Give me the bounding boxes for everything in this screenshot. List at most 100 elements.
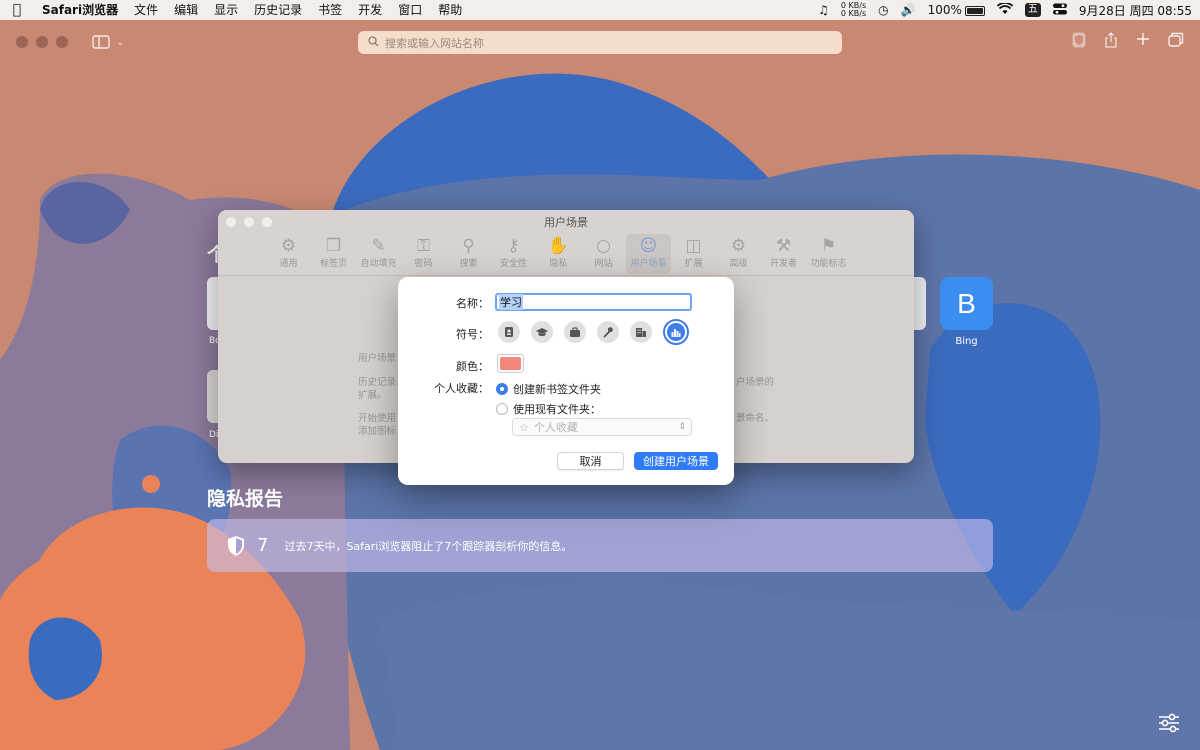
tab-label: 密码	[414, 259, 433, 269]
cancel-button[interactable]: 取消	[557, 452, 624, 470]
radio-new-folder[interactable]	[496, 383, 508, 395]
toolbar-right	[1072, 32, 1184, 52]
search-icon	[368, 35, 379, 50]
tab-tabs[interactable]: ❐ 标签页	[311, 234, 356, 274]
chevron-down-icon: ⌄	[116, 36, 125, 48]
tab-label: 网站	[594, 259, 613, 269]
globe-icon: ○	[596, 236, 611, 256]
tab-websites[interactable]: ○ 网站	[581, 234, 626, 274]
prefs-body-text: 扩展。	[358, 390, 387, 401]
tab-advanced[interactable]: ⚙ 高级	[716, 234, 761, 274]
symbol-option-selected[interactable]	[663, 319, 689, 345]
battery-status[interactable]: 100%	[928, 3, 985, 17]
menu-develop[interactable]: 开发	[350, 0, 390, 20]
option-existing-folder[interactable]: 使用现有文件夹：	[496, 401, 601, 417]
flags-icon: ⚑	[820, 236, 837, 256]
time-machine-icon[interactable]: ◷	[878, 3, 888, 17]
sidebar-toggle-button[interactable]: ⌄	[92, 35, 124, 49]
chart-icon	[667, 323, 685, 341]
bing-favorite-tile[interactable]: B	[940, 277, 993, 330]
tab-feature-flags[interactable]: ⚑ 功能标志	[806, 234, 851, 274]
color-label: 颜色：	[456, 360, 489, 373]
address-bar[interactable]: 搜索或输入网站名称	[358, 31, 842, 54]
create-profile-button[interactable]: 创建用户场景	[634, 452, 718, 470]
tab-autofill[interactable]: ✎ 自动填充	[356, 234, 401, 274]
symbol-option[interactable]	[498, 321, 520, 343]
prefs-body-text: 景命名、	[736, 413, 775, 424]
tab-label: 安全性	[499, 259, 527, 269]
status-area: ♫ 0 KB/s 0 KB/s ◷ 🔊 100% 五 9月28日 周四 08:5…	[806, 0, 1200, 20]
existing-folder-select[interactable]: ☆ 个人收藏 ⇕	[512, 418, 692, 436]
color-well[interactable]	[497, 354, 524, 373]
tracker-count: 7	[257, 535, 269, 556]
input-method-indicator[interactable]: 五	[1024, 3, 1041, 17]
battery-percent: 100%	[927, 3, 962, 17]
privacy-shield-icon[interactable]	[1072, 32, 1086, 52]
menu-app[interactable]: Safari浏览器	[34, 0, 126, 20]
tab-label: 隐私	[549, 259, 568, 269]
safari-toolbar: ⌄ 搜索或输入网站名称	[0, 20, 1200, 64]
share-icon[interactable]	[1104, 32, 1118, 52]
minimize-window-button[interactable]	[36, 36, 48, 48]
control-center-icon[interactable]	[1052, 3, 1067, 18]
lock-icon: ⚷	[507, 236, 520, 256]
customize-start-page-icon[interactable]	[1158, 713, 1180, 736]
profile-name-input[interactable]: 学习	[495, 293, 692, 311]
tab-label: 标签页	[319, 259, 347, 269]
network-speed[interactable]: 0 KB/s 0 KB/s	[841, 2, 866, 18]
favorite-tile-partial-3[interactable]	[912, 277, 926, 330]
symbol-option[interactable]	[564, 321, 586, 343]
option-existing-folder-label: 使用现有文件夹：	[513, 403, 601, 416]
gear-icon: ⚙	[280, 236, 297, 256]
tabs-icon: ❐	[325, 236, 342, 256]
graduation-cap-icon	[536, 327, 548, 336]
tab-developer[interactable]: ⚒ 开发者	[761, 234, 806, 274]
volume-icon[interactable]: 🔊	[901, 3, 916, 17]
menu-view[interactable]: 显示	[206, 0, 246, 20]
close-window-button[interactable]	[16, 36, 28, 48]
wifi-icon[interactable]	[996, 1, 1014, 18]
prefs-body-text: 用户场景	[358, 353, 397, 364]
new-tab-icon[interactable]	[1136, 32, 1150, 52]
prefs-body-text: 添加图标	[358, 426, 397, 437]
symbol-option[interactable]	[597, 321, 619, 343]
menu-window[interactable]: 窗口	[390, 0, 430, 20]
zoom-window-button[interactable]	[56, 36, 68, 48]
tab-label: 扩展	[684, 259, 703, 269]
preferences-tabs: ⚙ 通用 ❐ 标签页 ✎ 自动填充 ⚿ 密码 ⚲ 搜索 ⚷ 安全性 ✋ 隐私 ○ 网站 ☺ 用户场…	[266, 234, 851, 274]
name-label: 名称：	[456, 297, 489, 310]
tab-label: 功能标志	[810, 259, 847, 269]
tab-profiles[interactable]: ☺ 用户场景	[626, 234, 671, 274]
menu-bookmarks[interactable]: 书签	[310, 0, 350, 20]
clock[interactable]: 9月28日 周四 08:55	[1079, 2, 1192, 19]
tab-label: 高级	[729, 259, 748, 269]
symbol-label: 符号：	[456, 328, 489, 341]
key-icon: ⚿	[417, 236, 430, 256]
radio-existing-folder[interactable]	[496, 403, 508, 415]
music-note-icon[interactable]: ♫	[818, 3, 829, 17]
privacy-message: 过去7天中，Safari浏览器阻止了7个跟踪器剖析你的信息。	[284, 539, 573, 553]
option-new-folder[interactable]: 创建新书签文件夹	[496, 381, 601, 397]
symbol-option[interactable]	[630, 321, 652, 343]
tab-overview-icon[interactable]	[1168, 32, 1184, 52]
tab-security[interactable]: ⚷ 安全性	[491, 234, 536, 274]
tab-search[interactable]: ⚲ 搜索	[446, 234, 491, 274]
tab-privacy[interactable]: ✋ 隐私	[536, 234, 581, 274]
sidebar-icon	[92, 35, 110, 49]
prefs-body-text: 开始使用	[358, 413, 397, 424]
menu-file[interactable]: 文件	[126, 0, 166, 20]
menu-edit[interactable]: 编辑	[166, 0, 206, 20]
privacy-report-card[interactable]: 7 过去7天中，Safari浏览器阻止了7个跟踪器剖析你的信息。	[207, 519, 993, 572]
apple-menu-icon[interactable]: 	[0, 2, 34, 18]
symbol-option[interactable]	[531, 321, 553, 343]
preferences-header: 用户场景 ⚙ 通用 ❐ 标签页 ✎ 自动填充 ⚿ 密码 ⚲ 搜索 ⚷ 安全性 ✋ 隐私 ○ 网站…	[218, 210, 914, 276]
create-profile-dialog: 名称： 学习 符号： 颜色： 个人收藏： 创建新书签文件夹 使用现有文件夹： ☆…	[398, 277, 734, 485]
tab-general[interactable]: ⚙ 通用	[266, 234, 311, 274]
tab-extensions[interactable]: ◫ 扩展	[671, 234, 716, 274]
star-icon: ☆	[519, 420, 529, 434]
tab-label: 自动填充	[360, 259, 397, 269]
menu-bar:  Safari浏览器 文件 编辑 显示 历史记录 书签 开发 窗口 帮助 ♫ …	[0, 0, 1200, 20]
menu-help[interactable]: 帮助	[430, 0, 470, 20]
tab-passwords[interactable]: ⚿ 密码	[401, 234, 446, 274]
menu-history[interactable]: 历史记录	[246, 0, 310, 20]
